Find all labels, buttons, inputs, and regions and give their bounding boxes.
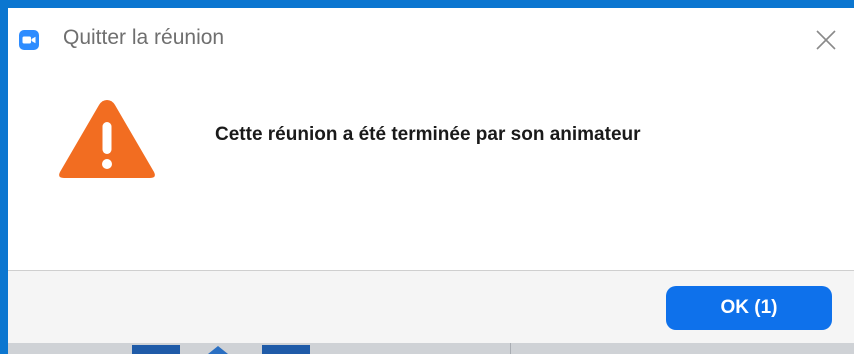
window-border-left (0, 0, 8, 354)
title-bar: Quitter la réunion (8, 8, 854, 66)
ok-button[interactable]: OK (1) (666, 286, 832, 330)
dialog-message: Cette réunion a été terminée par son ani… (215, 124, 641, 145)
zoom-camera-icon (19, 30, 39, 50)
warning-icon (59, 100, 155, 178)
window-border-top (0, 0, 854, 8)
window-title: Quitter la réunion (63, 26, 225, 49)
close-button[interactable] (808, 22, 844, 58)
background-tile (132, 345, 180, 354)
background-divider (510, 343, 511, 354)
background-tile (262, 345, 310, 354)
background-shape (208, 346, 228, 354)
close-icon (816, 30, 836, 50)
